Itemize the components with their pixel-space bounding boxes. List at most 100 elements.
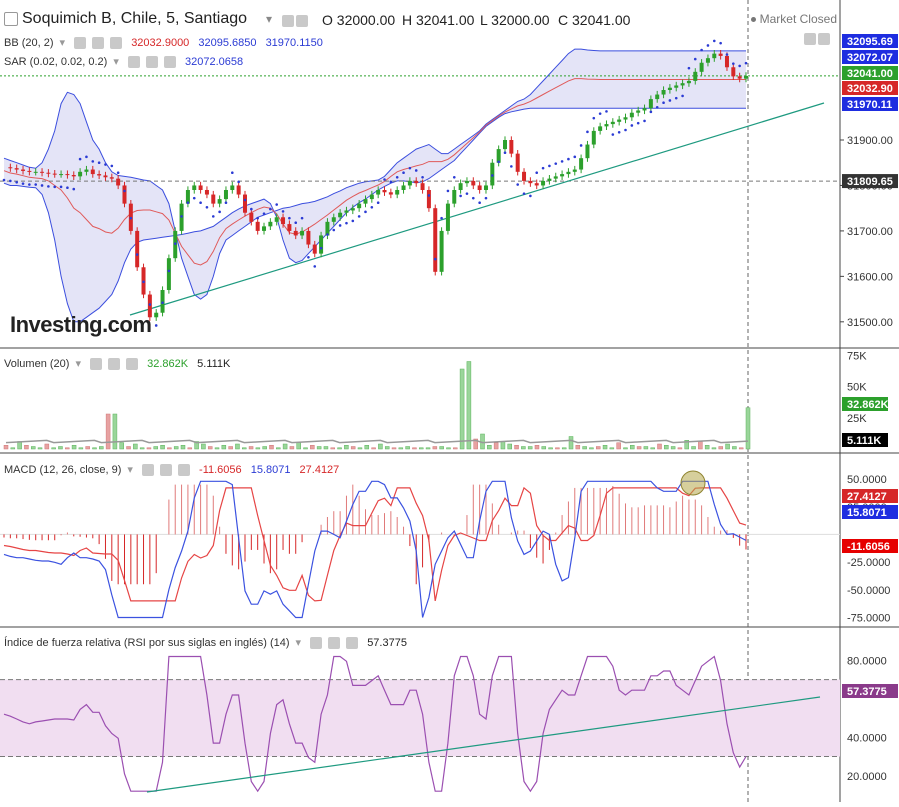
close-icon[interactable] — [126, 358, 139, 371]
eye-icon[interactable] — [282, 15, 294, 28]
sar-dot — [471, 196, 475, 200]
macd-line — [3, 480, 747, 619]
sar-dot — [478, 201, 481, 205]
volume-bar — [44, 443, 50, 450]
sar-dot — [364, 210, 367, 214]
volume-bar — [228, 446, 233, 450]
sar-dot — [548, 164, 551, 168]
volume-bar — [187, 447, 193, 450]
sar-dot — [440, 216, 443, 220]
candle-body — [534, 183, 539, 186]
sar-dot — [15, 180, 18, 184]
eye-icon[interactable] — [127, 56, 140, 69]
sar-dot — [281, 210, 285, 213]
bb-upper: 32095.6850 — [198, 37, 257, 49]
volume-bar — [657, 443, 662, 450]
sar-dot — [104, 163, 107, 166]
gear-icon[interactable] — [92, 37, 105, 50]
sar-dot — [250, 207, 253, 211]
sar-dot — [662, 101, 665, 105]
gear-icon[interactable] — [159, 464, 172, 477]
ohlc-high: H 32041.00 — [402, 12, 475, 28]
eye-icon[interactable] — [90, 358, 103, 371]
candle-body — [65, 174, 70, 176]
sar-dot — [414, 169, 418, 172]
close-icon[interactable] — [163, 56, 176, 69]
price-tag-label: 32095.69 — [847, 36, 893, 48]
candle-body — [712, 53, 717, 59]
candle-body — [407, 180, 412, 186]
candle-body — [236, 185, 241, 195]
volume-bar — [459, 368, 465, 450]
candle-body — [572, 169, 577, 172]
candle-body — [319, 235, 324, 254]
candle-body — [629, 112, 634, 118]
sar-dot — [148, 303, 152, 306]
price-tag-label: 32072.07 — [847, 52, 893, 64]
sar-dot — [681, 94, 684, 98]
eye-icon[interactable] — [141, 464, 154, 477]
sar-dot — [110, 164, 114, 168]
candle-body — [464, 180, 469, 184]
candle-body — [655, 94, 660, 100]
close-icon[interactable] — [110, 37, 123, 50]
price-tick-label: 31900.00 — [847, 135, 893, 147]
sar-dot — [516, 183, 519, 186]
rsi-label: Índice de fuerza relativa (RSI por sus s… — [4, 637, 290, 649]
sar-dot — [123, 189, 126, 193]
volume-bar — [296, 442, 301, 450]
eye-icon[interactable] — [74, 37, 87, 50]
candle-body — [648, 99, 653, 109]
volume-bar — [78, 447, 84, 450]
volume-bar — [453, 447, 458, 450]
pane-buttons[interactable] — [804, 30, 832, 48]
volume-bar — [51, 447, 56, 450]
candle-body — [109, 177, 114, 179]
header-settings-icons[interactable] — [282, 12, 310, 29]
macd-tick-label: -25.0000 — [847, 557, 890, 569]
sar-dot — [40, 184, 44, 187]
candle-body — [744, 75, 748, 79]
rsi-tag-label: 57.3775 — [847, 686, 887, 698]
volume-bar — [405, 446, 410, 450]
candle-body — [255, 221, 260, 231]
chart-menu-icon[interactable] — [4, 12, 18, 26]
candle-body — [522, 171, 527, 181]
gear-icon[interactable] — [108, 358, 121, 371]
volume-bar — [337, 447, 342, 450]
close-icon[interactable] — [346, 637, 359, 650]
symbol-dropdown-icon[interactable]: ▾ — [266, 12, 272, 26]
volume-bar — [248, 446, 254, 450]
chart-header: Soquimich B, Chile, 5, Santiago ▾ O 3200… — [0, 0, 840, 40]
chart-canvas[interactable]: 31900.0031800.0031700.0031600.0031500.00… — [0, 0, 899, 802]
price-tag-label: 32041.00 — [847, 68, 893, 80]
sar-dot — [484, 196, 488, 200]
sar-value: 32072.0658 — [185, 56, 244, 68]
arrow-down-icon[interactable] — [818, 32, 830, 45]
volume-bar — [575, 445, 581, 450]
sar-dot — [256, 216, 259, 220]
sar-dot — [402, 171, 405, 175]
candle-body — [382, 190, 387, 193]
eye-icon[interactable] — [310, 637, 323, 650]
sar-dot — [91, 160, 95, 163]
volume-bar — [609, 447, 615, 450]
volume-bar — [146, 447, 152, 450]
sar-dot — [72, 187, 76, 191]
gear-icon[interactable] — [328, 637, 341, 650]
close-icon[interactable] — [177, 464, 190, 477]
candle-body — [426, 190, 431, 209]
price-tick-label: 31500.00 — [847, 317, 893, 329]
rsi-tick-label: 80.0000 — [847, 655, 887, 667]
sar-dot — [732, 62, 735, 65]
candle-body — [78, 171, 83, 177]
candle-body — [198, 185, 203, 190]
gear-icon[interactable] — [145, 56, 158, 69]
candle-body — [268, 221, 273, 227]
gear-icon[interactable] — [296, 15, 308, 28]
arrow-up-icon[interactable] — [804, 32, 816, 45]
volume-bar — [242, 447, 247, 450]
volume-bar — [670, 446, 676, 450]
sar-dot — [135, 253, 139, 256]
sar-dot — [2, 178, 6, 182]
